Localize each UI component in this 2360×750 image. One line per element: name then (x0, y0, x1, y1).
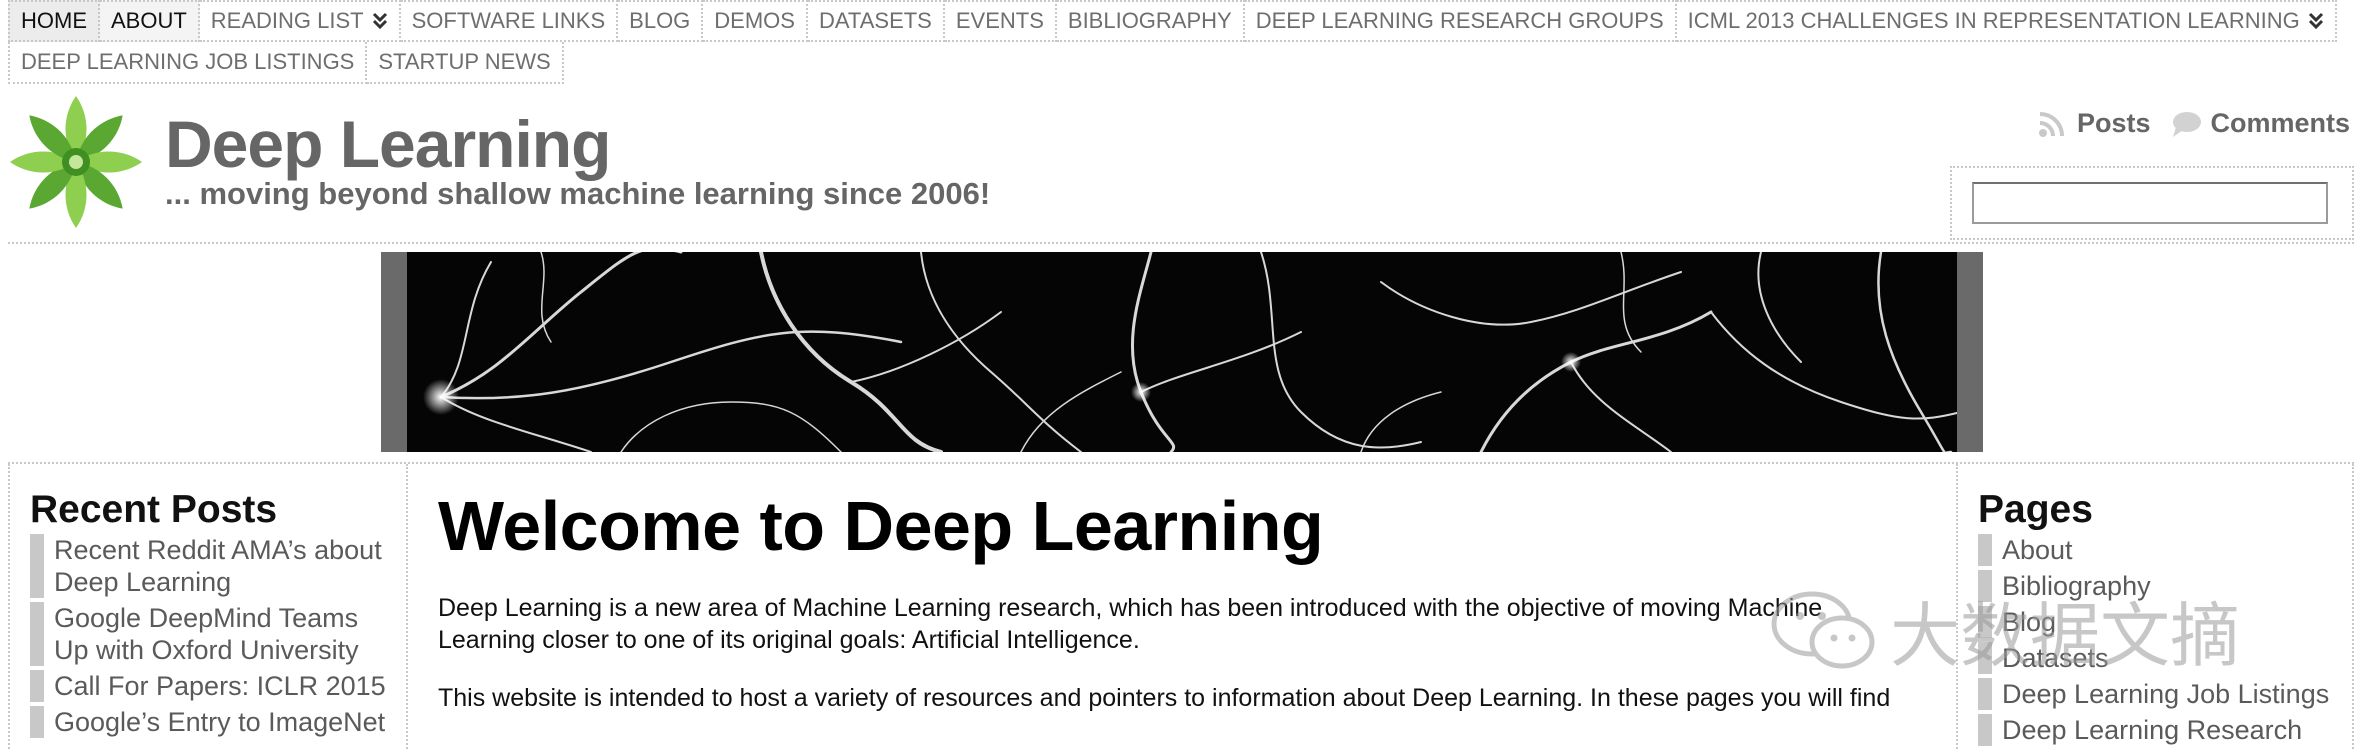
nav-item-datasets[interactable]: DATASETS (807, 0, 945, 42)
nav-item-label: ABOUT (111, 8, 187, 33)
page-link-job-listings[interactable]: Deep Learning Job Listings (1978, 678, 2338, 710)
nav-item-label: DEMOS (714, 8, 795, 33)
banner-edge-left (381, 252, 407, 452)
recent-post-link[interactable]: Google’s Entry to ImageNet (30, 706, 390, 738)
comments-feed-link[interactable]: Comments (2170, 108, 2350, 139)
double-chevron-down-icon (372, 12, 387, 30)
feed-links: Posts Comments (2037, 108, 2350, 139)
nav-item-blog[interactable]: BLOG (618, 0, 704, 42)
intro-paragraph: This website is intended to host a varie… (438, 684, 1891, 712)
nav-item-label: DEEP LEARNING JOB LISTINGS (21, 49, 355, 74)
double-chevron-down-icon (2308, 12, 2323, 30)
search-input[interactable] (1972, 182, 2328, 224)
nav-item-events[interactable]: EVENTS (944, 0, 1057, 42)
page-link-about[interactable]: About (1978, 534, 2338, 566)
recent-posts-list: Recent Reddit AMA’s about Deep Learning … (30, 534, 406, 738)
rss-icon (2038, 111, 2064, 137)
nav-item-about[interactable]: ABOUT (100, 0, 200, 42)
nav-row-primary: HOME ABOUT READING LIST SOFTWARE LINKS B… (8, 0, 2337, 42)
nav-item-bibliography[interactable]: BIBLIOGRAPHY (1056, 0, 1245, 42)
green-leaf-logo-icon (10, 96, 142, 228)
comments-feed-label: Comments (2210, 108, 2350, 138)
search-box (1950, 166, 2354, 240)
nav-item-label: STARTUP NEWS (378, 49, 551, 74)
recent-posts-widget: Recent Posts Recent Reddit AMA’s about D… (8, 464, 408, 750)
nav-item-label: SOFTWARE LINKS (411, 8, 606, 33)
neuron-network-illustration (423, 252, 1962, 452)
recent-post-link[interactable]: Google DeepMind Teams Up with Oxford Uni… (30, 602, 390, 666)
neuron-banner-image (381, 252, 1983, 452)
nav-item-label: BIBLIOGRAPHY (1067, 8, 1232, 33)
site-tagline: ... moving beyond shallow machine learni… (165, 176, 991, 211)
nav-item-job-listings[interactable]: DEEP LEARNING JOB LISTINGS (8, 42, 368, 84)
page-link-research[interactable]: Deep Learning Research (1978, 714, 2338, 746)
nav-item-label: ICML 2013 CHALLENGES IN REPRESENTATION L… (1687, 8, 2300, 33)
pages-title: Pages (1978, 488, 2093, 531)
nav-item-home[interactable]: HOME (8, 0, 100, 42)
speech-bubble-icon (2173, 111, 2202, 137)
watermark-text: 大数据文摘 (1890, 595, 2240, 677)
recent-posts-title: Recent Posts (30, 488, 278, 531)
nav-item-label: DATASETS (818, 8, 932, 33)
nav-item-label: EVENTS (955, 8, 1044, 33)
site-logo[interactable] (6, 92, 146, 232)
nav-item-label: DEEP LEARNING RESEARCH GROUPS (1255, 8, 1664, 33)
nav-item-software-links[interactable]: SOFTWARE LINKS (400, 0, 619, 42)
nav-item-demos[interactable]: DEMOS (703, 0, 808, 42)
nav-row-secondary: DEEP LEARNING JOB LISTINGS STARTUP NEWS (8, 42, 2308, 84)
nav-item-label: HOME (21, 8, 87, 33)
banner-edge-right (1957, 252, 1983, 452)
posts-feed-label: Posts (2076, 108, 2151, 138)
posts-feed-link[interactable]: Posts (2037, 108, 2151, 139)
page-heading: Welcome to Deep Learning (438, 487, 1324, 565)
nav-item-label: BLOG (629, 8, 691, 33)
nav-item-reading-list[interactable]: READING LIST (199, 0, 401, 42)
main-content: Welcome to Deep Learning Deep Learning i… (438, 486, 1938, 740)
recent-post-link[interactable]: Call For Papers: ICLR 2015 (30, 670, 390, 702)
nav-item-research-groups[interactable]: DEEP LEARNING RESEARCH GROUPS (1244, 0, 1677, 42)
intro-paragraph: Deep Learning is a new area of Machine L… (438, 594, 1823, 654)
top-navigation: HOME ABOUT READING LIST SOFTWARE LINKS B… (8, 0, 2337, 84)
wechat-logo-icon (1771, 591, 1875, 668)
recent-post-link[interactable]: Recent Reddit AMA’s about Deep Learning (30, 534, 390, 598)
wechat-watermark: 大数据文摘 (1770, 580, 2240, 681)
nav-item-icml-2013[interactable]: ICML 2013 CHALLENGES IN REPRESENTATION L… (1676, 0, 2337, 42)
site-title[interactable]: Deep Learning (165, 106, 611, 182)
nav-item-startup-news[interactable]: STARTUP NEWS (367, 42, 564, 84)
header-divider (8, 242, 2354, 244)
nav-item-label: READING LIST (210, 8, 364, 33)
